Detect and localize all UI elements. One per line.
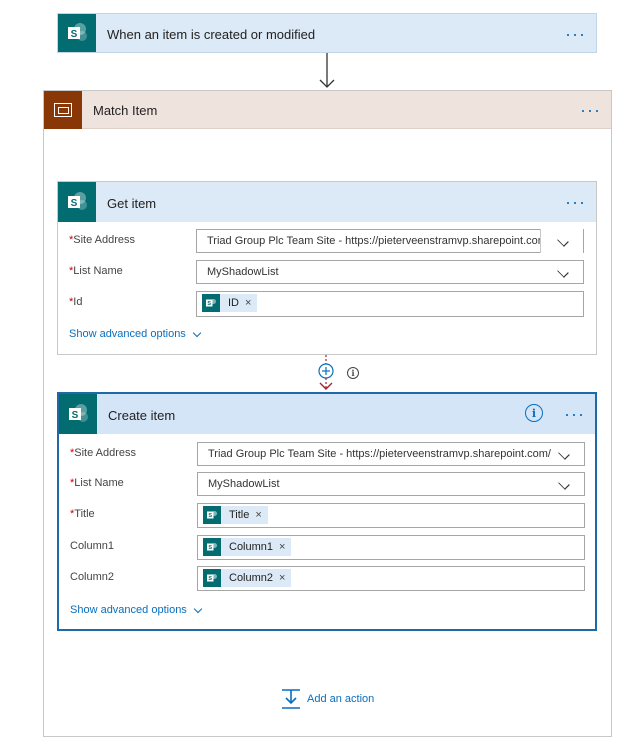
list-name-dropdown[interactable]: MyShadowList [196,260,584,284]
svg-text:S: S [71,198,78,209]
site-address-label-text: Site Address [73,234,136,246]
remove-token-icon[interactable]: × [245,297,251,309]
id-label: *Id [69,296,82,308]
list-name-value: MyShadowList [208,478,280,490]
svg-text:S: S [72,410,79,421]
add-action-icon [282,689,300,709]
sharepoint-icon: S [203,506,221,524]
column1-field[interactable]: S Column1 × [197,535,585,560]
more-options-icon[interactable]: ··· [580,101,601,119]
sharepoint-icon: S [202,294,220,312]
more-options-icon[interactable]: ··· [565,25,586,43]
site-address-dropdown[interactable]: Triad Group Plc Team Site - https://piet… [197,442,585,466]
svg-text:S: S [207,301,211,307]
insert-step-button[interactable] [316,355,336,393]
svg-text:S: S [208,513,212,519]
id-field[interactable]: S ID × [196,291,584,317]
site-address-value: Triad Group Plc Team Site - https://piet… [208,448,551,460]
column2-field[interactable]: S Column2 × [197,566,585,591]
list-name-dropdown[interactable]: MyShadowList [197,472,585,496]
chevron-down-icon [192,328,202,337]
create-item-header[interactable]: S Create item i ··· [59,394,595,434]
trigger-card[interactable]: S When an item is created or modified ··… [57,13,597,53]
column1-token-label: Column1 [229,541,274,553]
title-token[interactable]: S Title × [203,506,268,524]
remove-token-icon[interactable]: × [279,541,285,553]
more-options-icon[interactable]: ··· [565,193,586,211]
list-name-label-text: List Name [73,265,123,277]
more-options-icon[interactable]: ··· [564,405,585,423]
column1-token[interactable]: S Column1 × [203,538,292,556]
site-address-label: *Site Address [70,447,136,459]
info-icon[interactable]: i [347,367,359,379]
info-icon[interactable]: i [525,404,543,422]
column2-label: Column2 [70,571,115,583]
trigger-title: When an item is created or modified [107,27,316,42]
title-field[interactable]: S Title × [197,503,585,528]
show-advanced-options-label: Show advanced options [69,328,186,340]
column2-token-label: Column2 [229,572,274,584]
id-token-label: ID [228,297,239,309]
get-item-card: S Get item ··· *Site Address Triad Group… [57,181,597,355]
get-item-header[interactable]: S Get item ··· [58,182,596,222]
id-label-text: Id [73,296,83,308]
site-address-label: *Site Address [69,234,135,246]
scope-title: Match Item [93,103,158,118]
sharepoint-icon: S [58,182,96,222]
title-label: *Title [70,508,95,520]
add-action-button[interactable]: Add an action [281,688,374,710]
add-action-label: Add an action [307,693,375,705]
create-item-card: S Create item i ··· *Site Address Triad … [57,392,597,631]
chevron-down-icon [193,604,203,613]
show-advanced-options-link[interactable]: Show advanced options [70,604,203,616]
chevron-down-icon [558,478,570,490]
scope-header[interactable]: Match Item ··· [44,91,611,129]
site-address-value: Triad Group Plc Team Site - https://piet… [207,235,550,247]
sharepoint-icon: S [203,569,221,587]
column2-token[interactable]: S Column2 × [203,569,292,587]
remove-token-icon[interactable]: × [255,509,261,521]
list-name-label-text: List Name [74,477,124,489]
title-label-text: Title [74,508,95,520]
svg-text:S: S [71,29,78,40]
title-token-label: Title [229,509,250,521]
scope-icon [44,91,82,129]
sharepoint-icon: S [59,394,97,434]
get-item-title: Get item [107,196,157,211]
show-advanced-options-link[interactable]: Show advanced options [69,328,202,340]
site-address-dropdown[interactable]: Triad Group Plc Team Site - https://piet… [196,229,584,253]
sharepoint-icon: S [58,14,96,52]
remove-token-icon[interactable]: × [279,572,285,584]
down-arrow-icon [319,53,335,88]
list-name-value: MyShadowList [207,266,279,278]
chevron-down-icon [558,448,570,460]
svg-text:S: S [208,545,212,551]
sharepoint-icon: S [203,538,221,556]
create-item-title: Create item [108,408,176,423]
site-address-label-text: Site Address [74,447,137,459]
id-token[interactable]: S ID × [202,294,258,312]
list-name-label: *List Name [70,477,124,489]
chevron-down-icon [557,266,569,278]
column1-label: Column1 [70,540,115,552]
show-advanced-options-label: Show advanced options [70,604,187,616]
list-name-label: *List Name [69,265,123,277]
svg-text:S: S [208,576,212,582]
